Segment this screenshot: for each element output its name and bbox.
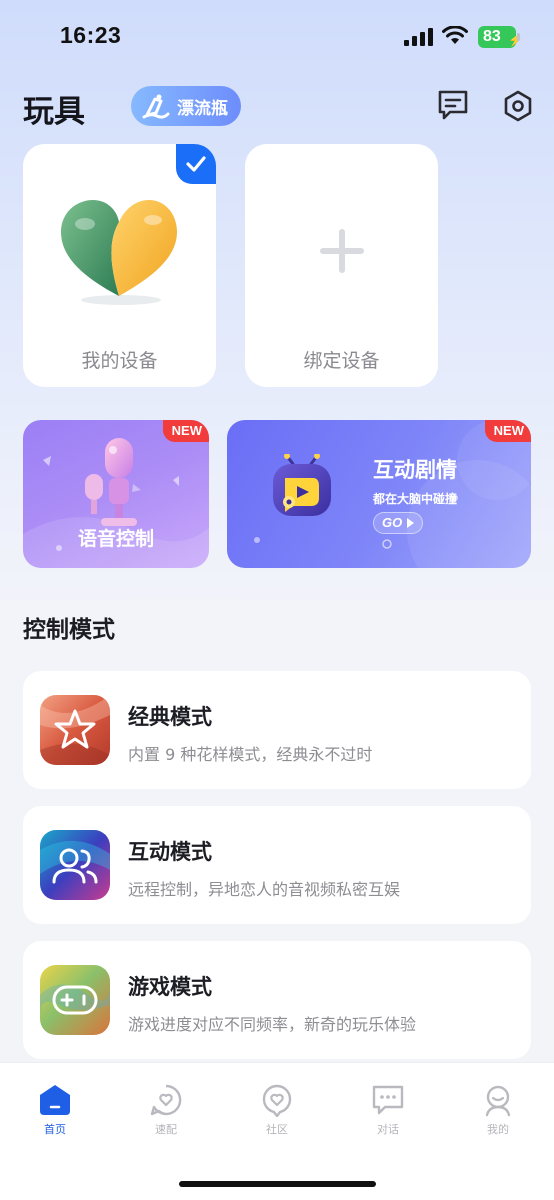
chat-icon bbox=[372, 1085, 404, 1115]
selected-check-badge bbox=[176, 144, 216, 184]
drift-bottle-button[interactable]: 漂流瓶 bbox=[131, 86, 241, 126]
tab-profile[interactable]: 我的 bbox=[463, 1083, 533, 1143]
settings-icon[interactable] bbox=[502, 89, 534, 123]
new-badge: NEW bbox=[162, 420, 209, 442]
gamepad-icon bbox=[40, 965, 110, 1035]
go-label: GO bbox=[382, 515, 403, 530]
tv-character-icon bbox=[273, 454, 331, 516]
new-badge: NEW bbox=[484, 420, 531, 442]
classic-mode-title: 经典模式 bbox=[128, 705, 212, 729]
bind-device-card[interactable]: 绑定设备 bbox=[245, 144, 438, 387]
control-mode-section-title: 控制模式 bbox=[23, 617, 115, 643]
users-icon bbox=[40, 830, 110, 900]
go-button[interactable]: GO bbox=[373, 512, 423, 534]
plus-icon bbox=[320, 229, 364, 273]
signal-icon bbox=[404, 28, 433, 46]
classic-mode-card[interactable]: 经典模式 内置 9 种花样模式，经典永不过时 bbox=[23, 671, 531, 789]
game-mode-title: 游戏模式 bbox=[128, 975, 212, 999]
profile-icon bbox=[485, 1085, 511, 1117]
voice-control-label: 语音控制 bbox=[77, 528, 154, 550]
tab-match-label: 速配 bbox=[155, 1123, 177, 1136]
match-heart-icon bbox=[150, 1084, 182, 1116]
interactive-story-subtitle: 都在大脑中碰撞 bbox=[373, 492, 458, 506]
tab-profile-label: 我的 bbox=[487, 1123, 509, 1136]
game-mode-desc: 游戏进度对应不同频率，新奇的玩乐体验 bbox=[128, 1015, 417, 1034]
battery-level: 83 bbox=[483, 28, 501, 45]
interactive-story-title: 互动剧情 bbox=[373, 458, 457, 482]
interactive-mode-title: 互动模式 bbox=[128, 840, 212, 864]
game-mode-card[interactable]: 游戏模式 游戏进度对应不同频率，新奇的玩乐体验 bbox=[23, 941, 531, 1059]
star-icon bbox=[40, 695, 110, 765]
check-icon bbox=[186, 156, 206, 172]
drift-bottle-label: 漂流瓶 bbox=[177, 98, 228, 119]
tab-match[interactable]: 速配 bbox=[131, 1083, 201, 1143]
home-indicator bbox=[179, 1181, 376, 1187]
page-title: 玩具 bbox=[23, 94, 85, 130]
interactive-mode-card[interactable]: 互动模式 远程控制，异地恋人的音视频私密互娱 bbox=[23, 806, 531, 924]
wifi-icon bbox=[442, 26, 468, 44]
battery-indicator: 83 ⚡ bbox=[478, 26, 523, 48]
my-device-card[interactable]: 我的设备 bbox=[23, 144, 216, 387]
tab-home-label: 首页 bbox=[44, 1123, 66, 1136]
tab-chat-label: 对话 bbox=[377, 1123, 399, 1136]
drift-bottle-icon bbox=[142, 94, 170, 119]
status-time: 16:23 bbox=[60, 22, 122, 48]
status-bar: 16:23 83 ⚡ bbox=[0, 0, 554, 72]
microphone-icon bbox=[85, 438, 137, 526]
tab-bar: 首页 速配 社区 对话 我的 bbox=[0, 1062, 554, 1200]
device-heart-icon bbox=[61, 200, 177, 305]
community-heart-icon bbox=[262, 1084, 292, 1117]
message-icon[interactable] bbox=[436, 88, 470, 122]
interactive-mode-desc: 远程控制，异地恋人的音视频私密互娱 bbox=[128, 880, 401, 899]
play-arrow-icon bbox=[407, 518, 414, 528]
my-device-label: 我的设备 bbox=[81, 350, 158, 372]
tab-home[interactable]: 首页 bbox=[20, 1083, 90, 1143]
battery-tip bbox=[517, 33, 520, 41]
classic-mode-desc: 内置 9 种花样模式，经典永不过时 bbox=[128, 745, 373, 764]
tab-community-label: 社区 bbox=[266, 1123, 288, 1136]
bind-device-label: 绑定设备 bbox=[303, 350, 380, 372]
charging-bolt-icon: ⚡ bbox=[508, 33, 523, 47]
home-icon bbox=[40, 1085, 70, 1115]
tab-community[interactable]: 社区 bbox=[242, 1083, 312, 1143]
tab-chat[interactable]: 对话 bbox=[353, 1083, 423, 1143]
interactive-story-banner[interactable]: 互动剧情 都在大脑中碰撞 GO NEW bbox=[227, 420, 531, 568]
